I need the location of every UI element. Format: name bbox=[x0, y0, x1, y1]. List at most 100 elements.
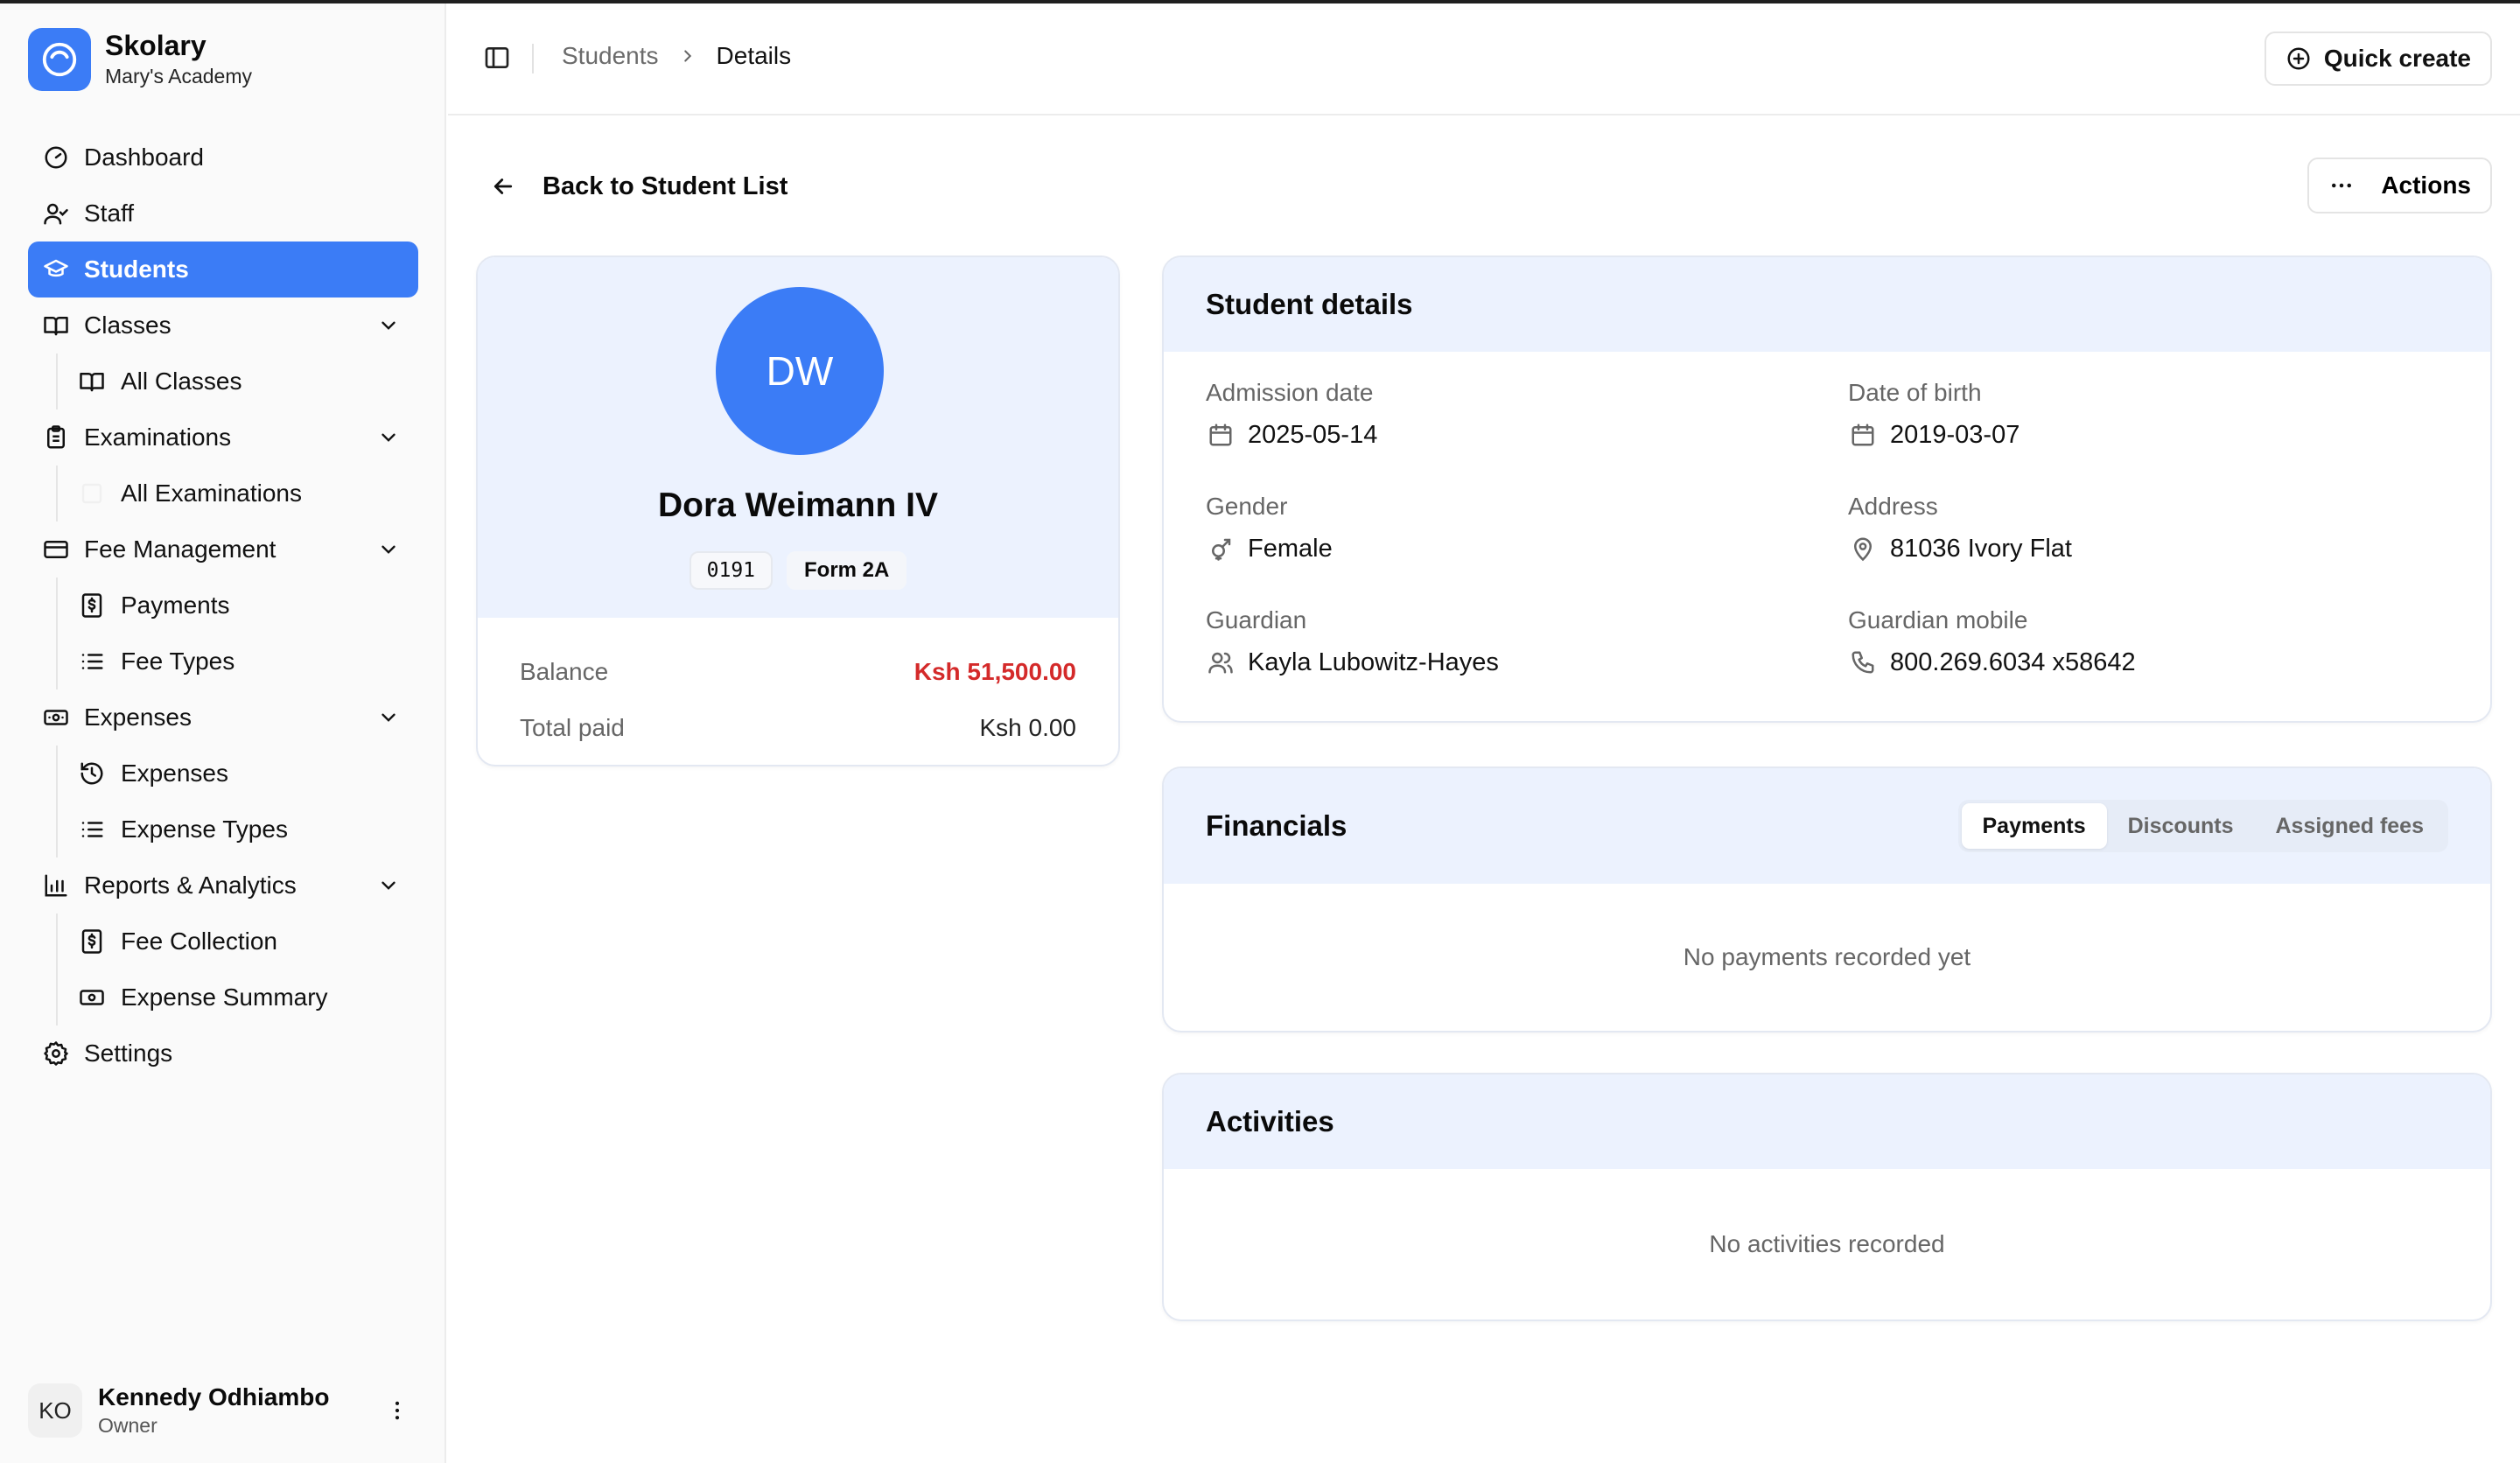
fee-management-submenu: Payments Fee Types bbox=[56, 578, 418, 690]
gear-icon bbox=[40, 1038, 72, 1069]
sidebar-item-label: Fee Management bbox=[84, 536, 276, 563]
chevron-down-icon[interactable] bbox=[373, 702, 404, 733]
field-label: Guardian bbox=[1206, 606, 1307, 634]
chevron-down-icon[interactable] bbox=[373, 310, 404, 341]
clipboard-icon bbox=[40, 422, 72, 453]
user-role: Owner bbox=[98, 1414, 158, 1437]
sidebar-item-expenses-list[interactable]: Expenses bbox=[77, 746, 418, 802]
chevron-right-icon bbox=[678, 46, 697, 66]
examinations-submenu: All Examinations bbox=[56, 466, 418, 522]
sidebar-item-label: Fee Types bbox=[121, 648, 235, 675]
card-title: Activities bbox=[1164, 1074, 2490, 1169]
list-icon bbox=[77, 815, 107, 844]
sidebar-item-all-examinations[interactable]: All Examinations bbox=[77, 466, 418, 522]
book-open-icon bbox=[77, 367, 107, 396]
sidebar-item-classes[interactable]: Classes bbox=[28, 298, 418, 354]
guardian-mobile-field: Guardian mobile 800.269.6034 x58642 bbox=[1848, 606, 2460, 679]
chevron-down-icon[interactable] bbox=[373, 422, 404, 453]
balance-label: Balance bbox=[520, 658, 609, 685]
school-name: Mary's Academy bbox=[105, 65, 252, 88]
field-label: Gender bbox=[1206, 493, 1288, 520]
sidebar-item-label: Reports & Analytics bbox=[84, 872, 297, 899]
field-value: 2019-03-07 bbox=[1890, 421, 2020, 449]
financials-tabs: Payments Discounts Assigned fees bbox=[1957, 800, 2448, 852]
banknote-icon bbox=[40, 702, 72, 733]
top-header: Students Details Quick create bbox=[448, 4, 2520, 116]
sidebar-item-label: Classes bbox=[84, 312, 172, 339]
sidebar-item-expense-summary[interactable]: Expense Summary bbox=[77, 970, 418, 1026]
field-value: 81036 Ivory Flat bbox=[1890, 535, 2072, 563]
field-value: 2025-05-14 bbox=[1248, 421, 1378, 449]
back-to-student-list-link[interactable]: Back to Student List bbox=[490, 166, 788, 206]
users-icon bbox=[1206, 648, 1236, 677]
field-value: Kayla Lubowitz-Hayes bbox=[1248, 648, 1499, 676]
sidebar-item-staff[interactable]: Staff bbox=[28, 186, 418, 242]
blank-icon bbox=[77, 479, 107, 508]
gender-field: Gender Female bbox=[1206, 492, 1848, 565]
balance-row: Balance Ksh 51,500.00 bbox=[520, 644, 1076, 700]
sidebar-item-payments[interactable]: Payments bbox=[77, 578, 418, 634]
total-paid-value: Ksh 0.00 bbox=[979, 714, 1076, 741]
admission-date-field: Admission date 2025-05-14 bbox=[1206, 378, 1848, 452]
sidebar-item-all-classes[interactable]: All Classes bbox=[77, 354, 418, 410]
empty-state: No payments recorded yet bbox=[1683, 943, 1971, 970]
balance-value: Ksh 51,500.00 bbox=[914, 658, 1076, 685]
sidebar-item-dashboard[interactable]: Dashboard bbox=[28, 130, 418, 186]
student-id-badge: 0191 bbox=[689, 551, 774, 590]
sidebar-item-fee-management[interactable]: Fee Management bbox=[28, 522, 418, 578]
user-profile[interactable]: KO Kennedy Odhiambo Owner bbox=[28, 1377, 418, 1444]
sidebar-item-settings[interactable]: Settings bbox=[28, 1026, 418, 1082]
history-icon bbox=[77, 759, 107, 788]
quick-create-button[interactable]: Quick create bbox=[2264, 32, 2492, 86]
financials-card: Financials Payments Discounts Assigned f… bbox=[1162, 766, 2492, 1032]
breadcrumb-students[interactable]: Students bbox=[562, 42, 659, 70]
actions-button[interactable]: Actions bbox=[2307, 158, 2492, 214]
sidebar-item-label: All Examinations bbox=[121, 480, 302, 507]
actions-label: Actions bbox=[2381, 172, 2471, 199]
field-value: Female bbox=[1248, 535, 1333, 563]
guardian-field: Guardian Kayla Lubowitz-Hayes bbox=[1206, 606, 1848, 679]
breadcrumb: Students Details bbox=[562, 42, 791, 70]
more-vertical-icon[interactable] bbox=[382, 1395, 413, 1426]
sidebar-item-label: Students bbox=[84, 256, 189, 283]
calendar-icon bbox=[1848, 420, 1878, 450]
sidebar-item-label: Payments bbox=[121, 592, 230, 619]
book-open-icon bbox=[40, 310, 72, 341]
sidebar-item-expenses[interactable]: Expenses bbox=[28, 690, 418, 746]
sidebar-item-expense-types[interactable]: Expense Types bbox=[77, 802, 418, 858]
sidebar-item-fee-types[interactable]: Fee Types bbox=[77, 634, 418, 690]
map-pin-icon bbox=[1848, 534, 1878, 564]
sidebar-item-reports[interactable]: Reports & Analytics bbox=[28, 858, 418, 914]
plus-circle-icon bbox=[2286, 46, 2312, 72]
tab-discounts[interactable]: Discounts bbox=[2107, 803, 2255, 849]
empty-state: No activities recorded bbox=[1709, 1230, 1945, 1257]
total-paid-row: Total paid Ksh 0.00 bbox=[520, 700, 1076, 756]
header-divider bbox=[532, 44, 534, 74]
chevron-down-icon[interactable] bbox=[373, 534, 404, 565]
brand-name: Skolary bbox=[105, 30, 206, 61]
field-label: Admission date bbox=[1206, 379, 1374, 406]
student-avatar: DW bbox=[716, 287, 884, 455]
avatar: KO bbox=[28, 1383, 82, 1438]
user-check-icon bbox=[40, 198, 72, 229]
arrow-left-icon bbox=[490, 173, 516, 200]
gender-icon bbox=[1206, 534, 1236, 564]
sidebar-item-examinations[interactable]: Examinations bbox=[28, 410, 418, 466]
chevron-down-icon[interactable] bbox=[373, 870, 404, 901]
card-title: Financials bbox=[1206, 809, 1348, 842]
brand[interactable]: Skolary Mary's Academy bbox=[28, 26, 252, 93]
tab-assigned-fees[interactable]: Assigned fees bbox=[2254, 803, 2445, 849]
total-paid-label: Total paid bbox=[520, 714, 625, 741]
reports-submenu: Fee Collection Expense Summary bbox=[56, 914, 418, 1026]
bar-chart-icon bbox=[40, 870, 72, 901]
sidebar-item-label: Expenses bbox=[121, 760, 228, 787]
sidebar-item-label: Settings bbox=[84, 1040, 173, 1067]
more-horizontal-icon bbox=[2328, 172, 2355, 199]
sidebar-toggle-icon[interactable] bbox=[480, 40, 514, 75]
tab-payments[interactable]: Payments bbox=[1961, 803, 2107, 849]
field-value: 800.269.6034 x58642 bbox=[1890, 648, 2136, 676]
sidebar-item-fee-collection[interactable]: Fee Collection bbox=[77, 914, 418, 970]
sidebar-item-students[interactable]: Students bbox=[28, 242, 418, 298]
classes-submenu: All Classes bbox=[56, 354, 418, 410]
brand-logo-icon bbox=[28, 28, 91, 91]
